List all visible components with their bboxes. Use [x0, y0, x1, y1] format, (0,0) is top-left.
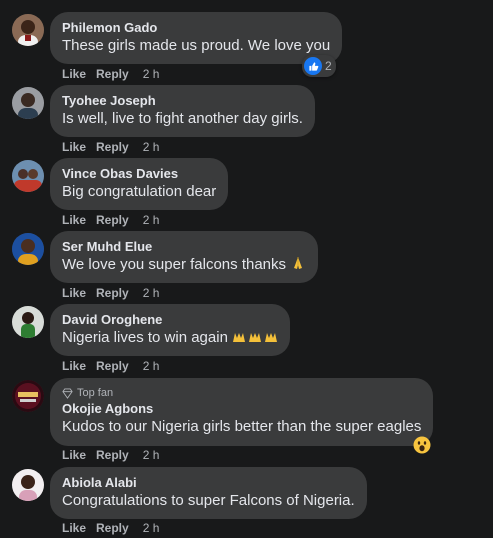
comment-bubble: Abiola Alabi Congratulations to super Fa…	[50, 467, 367, 519]
comment-bubble: Philemon Gado These girls made us proud.…	[50, 12, 343, 64]
comment-bubble: Top fan Okojie Agbons Kudos to our Niger…	[50, 378, 434, 446]
comment-text: Is well, live to fight another day girls…	[62, 110, 303, 127]
avatar[interactable]	[12, 87, 44, 119]
like-button[interactable]: Like	[62, 447, 86, 463]
timestamp[interactable]: 2 h	[143, 66, 160, 82]
comment-author[interactable]: Abiola Alabi	[62, 475, 355, 491]
like-button[interactable]: Like	[62, 285, 86, 301]
avatar[interactable]	[12, 160, 44, 192]
comment-author[interactable]: Philemon Gado	[62, 20, 330, 36]
comment-actions: Like Reply 2 h	[62, 358, 159, 374]
comment-actions: Like Reply 2 h	[62, 66, 159, 82]
comment-actions: Like Reply 2 h	[62, 520, 159, 536]
comment-actions: Like Reply 2 h	[62, 139, 159, 155]
like-button[interactable]: Like	[62, 520, 86, 536]
reaction-count: 2	[325, 59, 332, 73]
comment-author[interactable]: Vince Obas Davies	[62, 166, 216, 182]
avatar[interactable]	[12, 306, 44, 338]
like-button[interactable]: Like	[62, 66, 86, 82]
comment-text: Big congratulation dear	[62, 183, 217, 200]
reply-button[interactable]: Reply	[96, 212, 129, 228]
like-button[interactable]: Like	[62, 139, 86, 155]
comment-actions: Like Reply 2 h	[62, 285, 159, 301]
top-fan-label: Top fan	[77, 387, 114, 399]
like-button[interactable]: Like	[62, 212, 86, 228]
comment-text: Congratulations to super Falcons of Nige…	[62, 492, 355, 509]
reply-button[interactable]: Reply	[96, 66, 129, 82]
reply-button[interactable]: Reply	[96, 358, 129, 374]
reply-button[interactable]: Reply	[96, 285, 129, 301]
avatar[interactable]	[12, 233, 44, 265]
comment-bubble: Vince Obas Davies Big congratulation dea…	[50, 158, 229, 210]
comment-text: We love you super falcons thanks	[62, 255, 306, 275]
like-button[interactable]: Like	[62, 358, 86, 374]
comment-actions: Like Reply 2 h	[62, 212, 159, 228]
comment-text: Nigeria lives to win again	[62, 328, 278, 348]
diamond-icon	[62, 387, 73, 399]
comment-text: Kudos to our Nigeria girls better than t…	[62, 418, 422, 435]
reaction-summary[interactable]: 2	[302, 55, 336, 77]
timestamp[interactable]: 2 h	[143, 285, 160, 301]
comment-author[interactable]: Ser Muhd Elue	[62, 239, 306, 255]
avatar[interactable]	[12, 469, 44, 501]
comment-author[interactable]: David Oroghene	[62, 312, 278, 328]
wow-emoji-icon[interactable]	[413, 436, 431, 454]
praying-hands-icon	[294, 257, 303, 269]
comment-bubble: Tyohee Joseph Is well, live to fight ano…	[50, 85, 315, 137]
avatar[interactable]	[12, 380, 44, 412]
timestamp[interactable]: 2 h	[143, 358, 160, 374]
comment-bubble: Ser Muhd Elue We love you super falcons …	[50, 231, 319, 283]
reply-button[interactable]: Reply	[96, 447, 129, 463]
comment-bubble: David Oroghene Nigeria lives to win agai…	[50, 304, 291, 356]
comment-actions: Like Reply 2 h	[62, 447, 159, 463]
comment-author[interactable]: Okojie Agbons	[62, 401, 421, 417]
raised-hands-icon	[233, 333, 278, 342]
comment-author[interactable]: Tyohee Joseph	[62, 93, 303, 109]
avatar[interactable]	[12, 14, 44, 46]
comment-text: These girls made us proud. We love you	[62, 37, 331, 54]
timestamp[interactable]: 2 h	[143, 447, 160, 463]
comment-list: Philemon Gado These girls made us proud.…	[0, 0, 493, 538]
reply-button[interactable]: Reply	[96, 520, 129, 536]
top-fan-badge: Top fan	[62, 386, 421, 400]
timestamp[interactable]: 2 h	[143, 139, 160, 155]
like-icon	[304, 57, 322, 75]
timestamp[interactable]: 2 h	[143, 520, 160, 536]
timestamp[interactable]: 2 h	[143, 212, 160, 228]
reply-button[interactable]: Reply	[96, 139, 129, 155]
